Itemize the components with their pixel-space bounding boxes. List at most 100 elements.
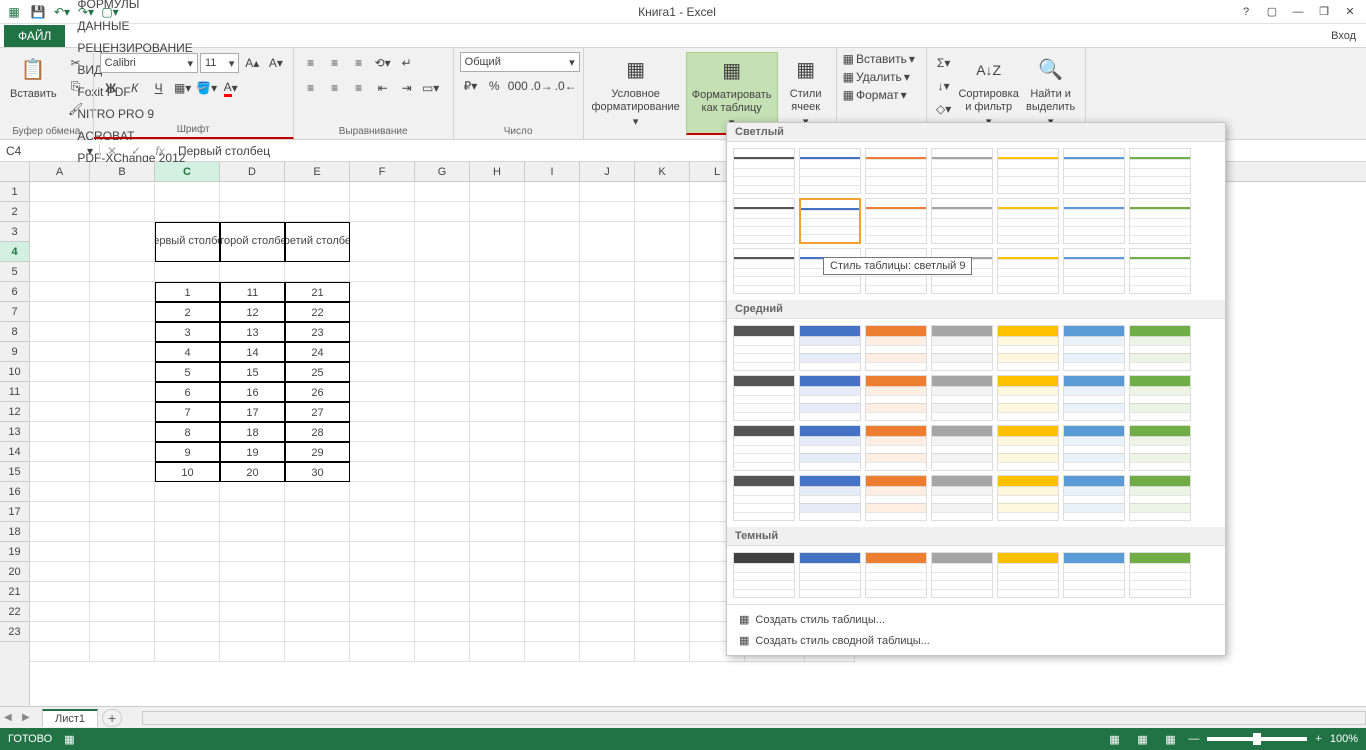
table-style-thumb[interactable] [997,552,1059,598]
cell[interactable] [470,522,525,542]
table-style-thumb[interactable] [931,198,993,244]
cell[interactable] [30,502,90,522]
cell[interactable] [470,502,525,522]
row-header[interactable]: 20 [0,562,29,582]
normal-view-icon[interactable]: ▦ [1104,731,1124,747]
cell[interactable] [220,202,285,222]
cell[interactable] [635,362,690,382]
sheet-nav-next-icon[interactable]: ▶ [22,712,38,723]
new-pivot-style-button[interactable]: ▦ Создать стиль сводной таблицы... [731,630,1221,651]
cell[interactable] [90,282,155,302]
cell[interactable] [580,522,635,542]
cell[interactable] [580,342,635,362]
cell[interactable]: 14 [220,342,285,362]
cell[interactable] [155,202,220,222]
align-center-icon[interactable]: ≡ [324,77,346,99]
wrap-text-icon[interactable]: ↵ [396,52,418,74]
cell[interactable] [220,602,285,622]
autosum-icon[interactable]: Σ▾ [933,52,955,74]
column-header[interactable]: K [635,162,690,181]
cell[interactable] [350,582,415,602]
table-style-thumb[interactable] [799,375,861,421]
row-header[interactable]: 23 [0,622,29,642]
row-header[interactable]: 10 [0,362,29,382]
cell[interactable] [525,222,580,262]
cell[interactable] [580,562,635,582]
cell[interactable] [525,422,580,442]
cell[interactable] [350,602,415,622]
cell[interactable] [415,222,470,262]
cell[interactable] [220,582,285,602]
cell[interactable] [155,522,220,542]
cell[interactable] [525,302,580,322]
cell[interactable] [30,542,90,562]
cell[interactable] [285,182,350,202]
cell[interactable] [415,342,470,362]
cell[interactable] [525,482,580,502]
italic-button[interactable]: К [124,77,146,99]
cell[interactable] [30,462,90,482]
table-style-thumb[interactable] [1129,325,1191,371]
table-style-thumb[interactable] [733,248,795,294]
table-style-thumb[interactable] [1063,375,1125,421]
cell[interactable] [635,642,690,662]
row-header[interactable]: 21 [0,582,29,602]
table-style-thumb[interactable] [865,375,927,421]
cell[interactable] [580,322,635,342]
cell[interactable] [30,442,90,462]
cell[interactable] [580,402,635,422]
cell[interactable]: 13 [220,322,285,342]
comma-icon[interactable]: 000 [507,75,529,97]
table-style-thumb[interactable] [799,475,861,521]
cell[interactable] [470,542,525,562]
cell[interactable] [90,482,155,502]
find-select-button[interactable]: 🔍 Найти и выделить▾ [1023,52,1079,132]
cancel-formula-icon[interactable]: ✕ [100,144,124,158]
percent-icon[interactable]: % [483,75,505,97]
cell[interactable] [90,402,155,422]
cell[interactable]: 7 [155,402,220,422]
cell[interactable]: 22 [285,302,350,322]
cell[interactable] [30,282,90,302]
table-style-thumb[interactable] [733,148,795,194]
cell[interactable]: 29 [285,442,350,462]
cell[interactable] [155,582,220,602]
table-style-thumb[interactable] [733,475,795,521]
conditional-formatting-button[interactable]: ▦ Условное форматирование▾ [590,52,682,132]
table-style-thumb[interactable] [997,475,1059,521]
cell[interactable] [580,622,635,642]
indent-decrease-icon[interactable]: ⇤ [372,77,394,99]
cell[interactable] [470,402,525,422]
cell[interactable] [350,422,415,442]
cell[interactable] [580,442,635,462]
cell[interactable] [350,482,415,502]
cell[interactable] [90,622,155,642]
cell[interactable] [525,382,580,402]
bold-button[interactable]: Ж [100,77,122,99]
cell[interactable] [470,322,525,342]
cell[interactable] [350,182,415,202]
align-left-icon[interactable]: ≡ [300,77,322,99]
column-header[interactable]: H [470,162,525,181]
table-style-thumb[interactable] [865,425,927,471]
cell[interactable] [155,602,220,622]
table-style-thumb[interactable] [799,552,861,598]
cell[interactable] [155,482,220,502]
cell-styles-button[interactable]: ▦ Стили ячеек▾ [782,52,830,132]
table-style-thumb[interactable] [931,425,993,471]
cell[interactable] [30,322,90,342]
cell[interactable] [90,362,155,382]
cell[interactable] [525,262,580,282]
cell[interactable] [470,642,525,662]
cell[interactable] [415,322,470,342]
cell[interactable]: 26 [285,382,350,402]
cell[interactable] [580,362,635,382]
cell[interactable] [350,442,415,462]
cell[interactable] [580,422,635,442]
table-style-thumb[interactable] [1129,375,1191,421]
cell[interactable] [220,522,285,542]
currency-icon[interactable]: ₽▾ [460,75,482,97]
table-style-thumb[interactable] [931,475,993,521]
row-header[interactable]: 9 [0,342,29,362]
decrease-decimal-icon[interactable]: .0← [555,75,577,97]
